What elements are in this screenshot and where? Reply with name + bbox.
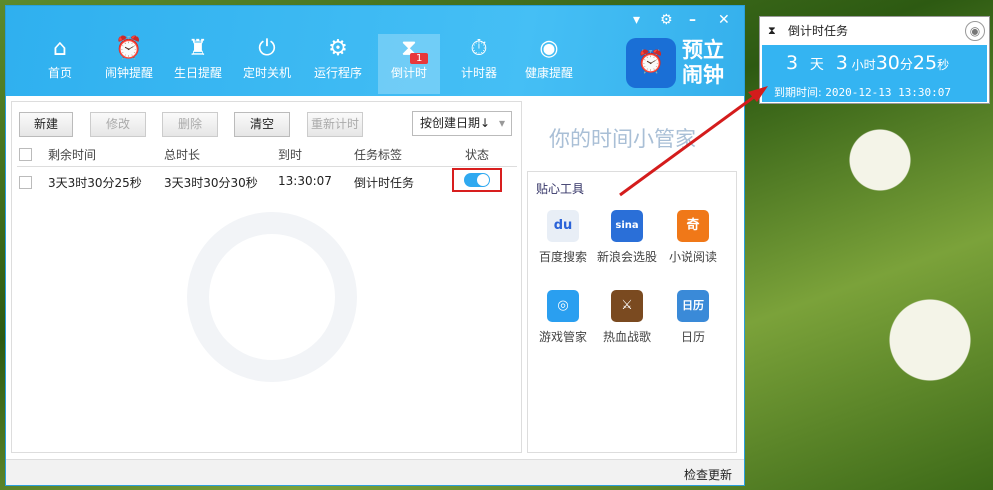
annotation-arrow bbox=[619, 86, 768, 197]
